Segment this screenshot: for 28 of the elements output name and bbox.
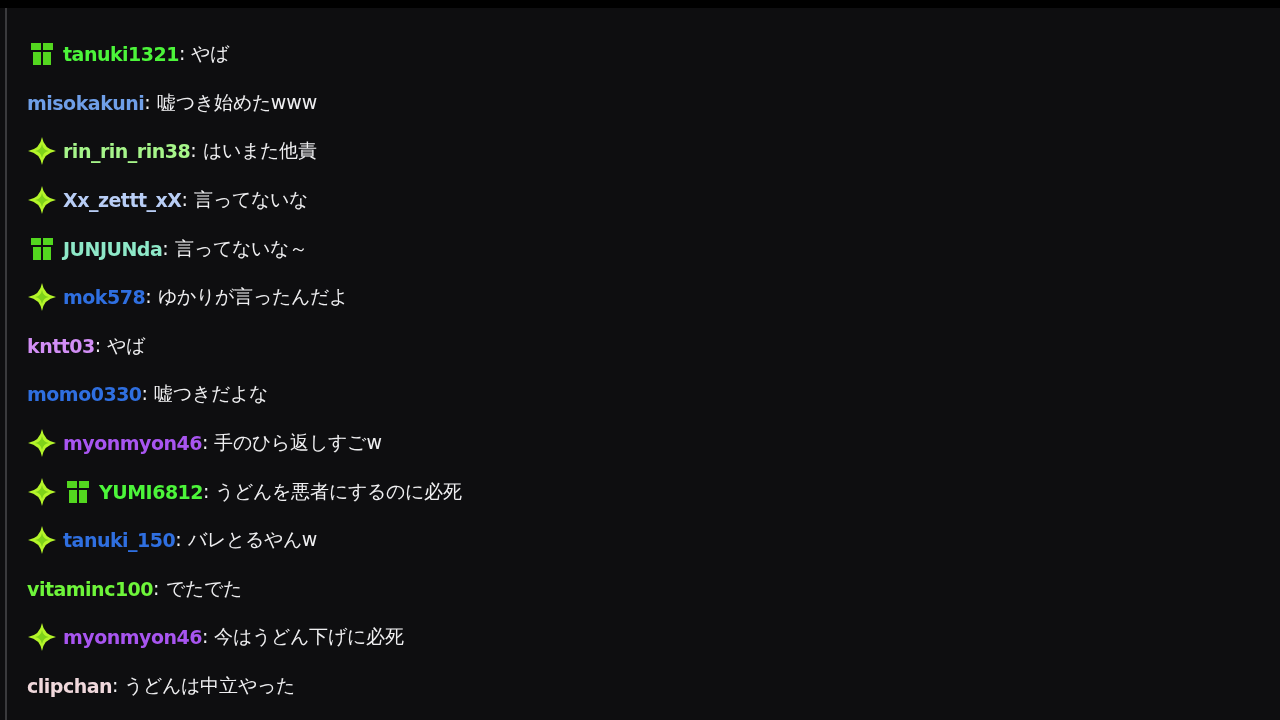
message-text: : うどんを悪者にするのに必死	[203, 478, 463, 504]
message-text: : 嘘つき始めたwww	[144, 89, 318, 115]
username[interactable]: tanuki1321	[63, 43, 179, 66]
message-text: : はいまた他責	[190, 138, 317, 162]
username[interactable]: rin_rin_rin38	[63, 140, 191, 163]
message-text: : やば	[179, 41, 230, 67]
message-text: : 言ってないな～	[162, 235, 308, 259]
username[interactable]: misokakuni	[27, 91, 145, 114]
message-text: : 手のひら返しすごw	[201, 430, 382, 456]
username[interactable]: myonmyon46	[63, 432, 202, 455]
message-text: : でたでた	[153, 575, 242, 601]
username[interactable]: myonmyon46	[63, 626, 202, 649]
message-text: : うどんは中立やった	[112, 673, 296, 698]
message-text: : バレとるやんw	[175, 527, 318, 551]
username[interactable]: JUNJUNda	[63, 237, 163, 260]
username[interactable]: vitaminc100	[27, 577, 154, 600]
message-text: : ゆかりが言ったんだよ	[145, 284, 348, 310]
username[interactable]: kntt03	[27, 334, 95, 357]
message-text: : やば	[94, 332, 146, 358]
username[interactable]: Xx_zettt_xX	[63, 189, 182, 212]
username[interactable]: mok578	[63, 286, 146, 309]
username[interactable]: clipchan	[27, 675, 113, 697]
message-text: : 今はうどん下げに必死	[201, 624, 405, 650]
username[interactable]: momo0330	[27, 383, 142, 406]
username[interactable]: tanuki_150	[63, 529, 176, 552]
message-text: : 嘘つきだよな	[141, 381, 269, 407]
username[interactable]: YUMI6812	[99, 480, 204, 503]
message-text: : 言ってないな	[181, 187, 308, 211]
